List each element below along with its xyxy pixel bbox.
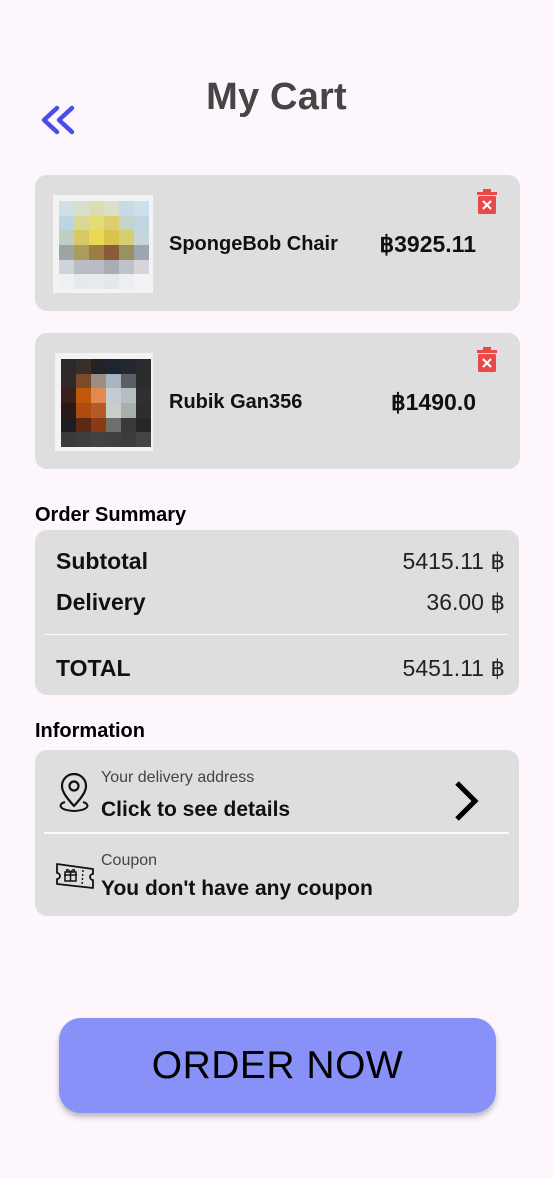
- coupon-ticket-icon: [56, 863, 94, 889]
- product-image: [55, 353, 153, 451]
- order-now-button[interactable]: ORDER NOW: [59, 1018, 496, 1113]
- delivery-row: Delivery 36.00 ฿: [56, 589, 505, 616]
- address-caption: Your delivery address: [101, 769, 255, 786]
- delivery-address-row[interactable]: Your delivery address Click to see detai…: [35, 750, 519, 832]
- location-pin-icon: [59, 772, 89, 813]
- item-name: SpongeBob Chair: [169, 233, 338, 255]
- order-summary-card: Subtotal 5415.11 ฿ Delivery 36.00 ฿ TOTA…: [35, 530, 519, 695]
- coupon-caption: Coupon: [101, 852, 158, 869]
- product-image: [53, 195, 153, 293]
- item-price: ฿1490.0: [391, 389, 476, 415]
- information-card: Your delivery address Click to see detai…: [35, 750, 519, 916]
- status-bar: [0, 0, 553, 12]
- total-row: TOTAL 5451.11 ฿: [56, 655, 505, 682]
- subtotal-value: 5415.11 ฿: [402, 548, 505, 574]
- trash-icon: [477, 189, 497, 214]
- page-title: My Cart: [206, 76, 347, 118]
- item-name: Rubik Gan356: [169, 391, 303, 413]
- subtotal-label: Subtotal: [56, 548, 148, 574]
- subtotal-row: Subtotal 5415.11 ฿: [56, 548, 505, 575]
- item-price: ฿3925.11: [379, 231, 476, 257]
- cart-item[interactable]: SpongeBob Chair ฿3925.11: [35, 175, 520, 311]
- delivery-label: Delivery: [56, 589, 146, 615]
- information-heading: Information: [35, 720, 145, 742]
- total-label: TOTAL: [56, 655, 131, 681]
- coupon-value: You don't have any coupon: [101, 877, 373, 900]
- chevron-right-icon[interactable]: [451, 780, 481, 822]
- delivery-value: 36.00 ฿: [426, 589, 505, 615]
- address-value: Click to see details: [101, 798, 291, 821]
- trash-icon: [477, 347, 497, 372]
- delete-button[interactable]: [476, 189, 498, 215]
- coupon-row[interactable]: Coupon You don't have any coupon: [35, 834, 519, 916]
- divider: [44, 634, 508, 635]
- order-summary-heading: Order Summary: [35, 504, 187, 526]
- total-value: 5451.11 ฿: [402, 655, 505, 681]
- cart-item[interactable]: Rubik Gan356 ฿1490.0: [35, 333, 520, 469]
- delete-button[interactable]: [476, 347, 498, 373]
- status-icons: [463, 0, 523, 6]
